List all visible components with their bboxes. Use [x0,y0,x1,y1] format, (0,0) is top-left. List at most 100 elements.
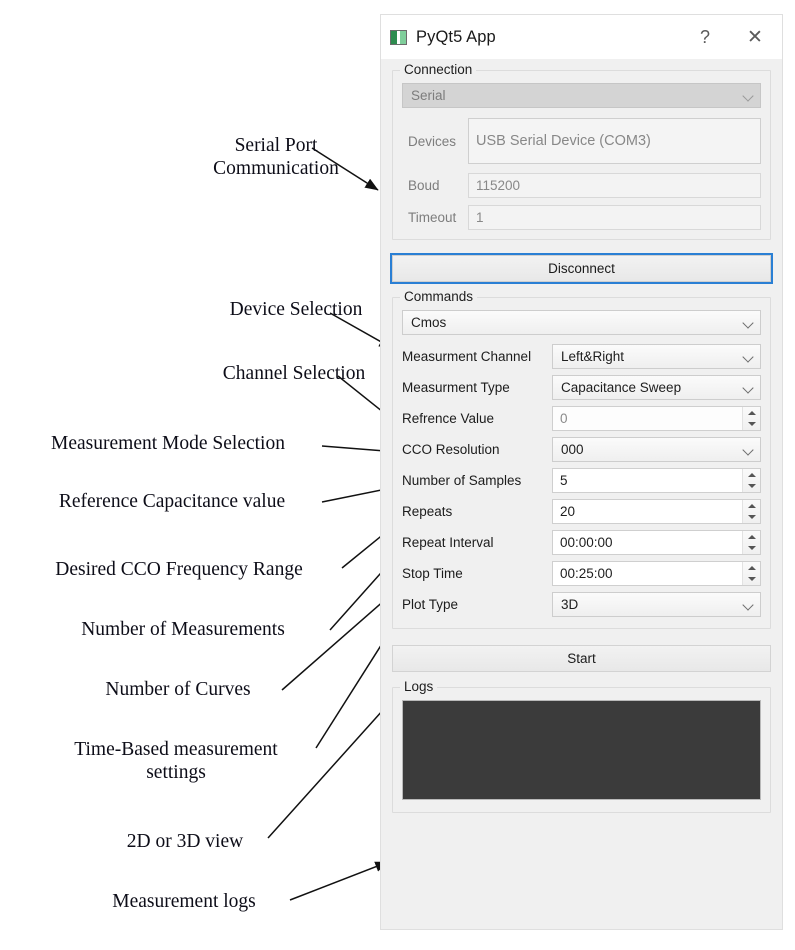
spinner-down-icon[interactable] [743,543,760,555]
devices-row: Devices USB Serial Device (COM3) [402,118,761,164]
devices-field[interactable]: USB Serial Device (COM3) [468,118,761,164]
measurement-type-row: Measurment Type Capacitance Sweep [402,375,761,400]
number-of-samples-label: Number of Samples [402,473,552,488]
spinner-buttons[interactable] [742,531,760,554]
stop-time-label: Stop Time [402,566,552,581]
plot-type-label: Plot Type [402,597,552,612]
command-mode-combo[interactable]: Cmos [402,310,761,335]
arrow-measurement-logs [290,862,388,900]
repeats-row: Repeats 20 [402,499,761,524]
spinner-up-icon[interactable] [743,562,760,574]
boud-label: Boud [402,178,468,193]
measurement-type-combo[interactable]: Capacitance Sweep [552,375,761,400]
chevron-down-icon [743,382,754,393]
arrow-number-of-curves [282,592,394,690]
measurement-channel-value: Left&Right [561,349,624,364]
annotation-serial-port-communication: Serial Port Communication [176,134,376,180]
help-icon[interactable]: ? [682,15,728,59]
reference-value-label: Refrence Value [402,411,552,426]
command-mode-value: Cmos [411,315,446,330]
repeat-interval-value: 00:00:00 [553,535,742,550]
plot-type-combo[interactable]: 3D [552,592,761,617]
chevron-down-icon [743,599,754,610]
start-button[interactable]: Start [392,645,771,672]
stop-time-spinbox[interactable]: 00:25:00 [552,561,761,586]
repeat-interval-spinbox[interactable]: 00:00:00 [552,530,761,555]
timeout-field[interactable]: 1 [468,205,761,230]
interface-type-combo[interactable]: Serial [402,83,761,108]
annotation-measurement-logs: Measurement logs [84,890,284,913]
spinner-buttons[interactable] [742,407,760,430]
reference-value-spinbox[interactable]: 0 [552,406,761,431]
logs-group: Logs [392,687,771,813]
annotation-time-based-measurement-settings: Time-Based measurement settings [42,738,310,784]
repeat-interval-row: Repeat Interval 00:00:00 [402,530,761,555]
spinner-down-icon[interactable] [743,481,760,493]
cco-resolution-label: CCO Resolution [402,442,552,457]
commands-group-title: Commands [400,289,477,304]
logs-output[interactable] [402,700,761,800]
spinner-down-icon[interactable] [743,574,760,586]
window-title: PyQt5 App [416,28,496,47]
chevron-down-icon [743,351,754,362]
spinner-up-icon[interactable] [743,531,760,543]
connection-group: Connection Serial Devices USB Serial Dev… [392,70,771,240]
title-bar: PyQt5 App ? ✕ [381,15,782,59]
disconnect-button[interactable]: Disconnect [392,255,771,282]
annotation-channel-selection: Channel Selection [212,362,376,385]
number-of-samples-value: 5 [553,473,742,488]
spinner-buttons[interactable] [742,562,760,585]
commands-group: Commands Cmos Measurment Channel Left&Ri… [392,297,771,629]
measurement-channel-combo[interactable]: Left&Right [552,344,761,369]
boud-field[interactable]: 115200 [468,173,761,198]
chevron-down-icon [743,444,754,455]
title-bar-buttons: ? ✕ [682,15,782,59]
measurement-type-label: Measurment Type [402,380,552,395]
annotation-device-selection: Device Selection [216,298,376,321]
cco-resolution-value: 000 [561,442,584,457]
annotation-reference-capacitance-value: Reference Capacitance value [22,490,322,513]
chevron-down-icon [743,90,754,101]
interface-type-value: Serial [411,88,446,103]
boud-row: Boud 115200 [402,173,761,198]
spinner-buttons[interactable] [742,469,760,492]
plot-type-row: Plot Type 3D [402,592,761,617]
number-of-samples-row: Number of Samples 5 [402,468,761,493]
spinner-up-icon[interactable] [743,500,760,512]
number-of-samples-spinbox[interactable]: 5 [552,468,761,493]
connection-group-title: Connection [400,62,476,77]
repeat-interval-label: Repeat Interval [402,535,552,550]
measurement-type-value: Capacitance Sweep [561,380,681,395]
annotation-number-of-curves: Number of Curves [78,678,278,701]
measurement-channel-row: Measurment Channel Left&Right [402,344,761,369]
annotation-desired-cco-frequency-range: Desired CCO Frequency Range [16,558,342,581]
reference-value-row: Refrence Value 0 [402,406,761,431]
spinner-up-icon[interactable] [743,407,760,419]
annotation-2d-or-3d-view: 2D or 3D view [100,830,270,853]
timeout-row: Timeout 1 [402,205,761,230]
stop-time-value: 00:25:00 [553,566,742,581]
app-image-icon [390,30,407,45]
plot-type-value: 3D [561,597,578,612]
timeout-label: Timeout [402,210,468,225]
cco-resolution-row: CCO Resolution 000 [402,437,761,462]
repeats-spinbox[interactable]: 20 [552,499,761,524]
spinner-buttons[interactable] [742,500,760,523]
repeats-label: Repeats [402,504,552,519]
spinner-up-icon[interactable] [743,469,760,481]
reference-value-value: 0 [553,411,742,426]
logs-group-title: Logs [400,679,437,694]
close-icon[interactable]: ✕ [728,15,782,59]
cco-resolution-combo[interactable]: 000 [552,437,761,462]
spinner-down-icon[interactable] [743,512,760,524]
stop-time-row: Stop Time 00:25:00 [402,561,761,586]
spinner-down-icon[interactable] [743,419,760,431]
measurement-channel-label: Measurment Channel [402,349,552,364]
annotation-number-of-measurements: Number of Measurements [38,618,328,641]
application-window: PyQt5 App ? ✕ Connection Serial Devices … [380,14,783,930]
window-body: Connection Serial Devices USB Serial Dev… [381,70,782,822]
repeats-value: 20 [553,504,742,519]
annotation-measurement-mode-selection: Measurement Mode Selection [12,432,324,455]
devices-label: Devices [402,134,468,149]
chevron-down-icon [743,317,754,328]
